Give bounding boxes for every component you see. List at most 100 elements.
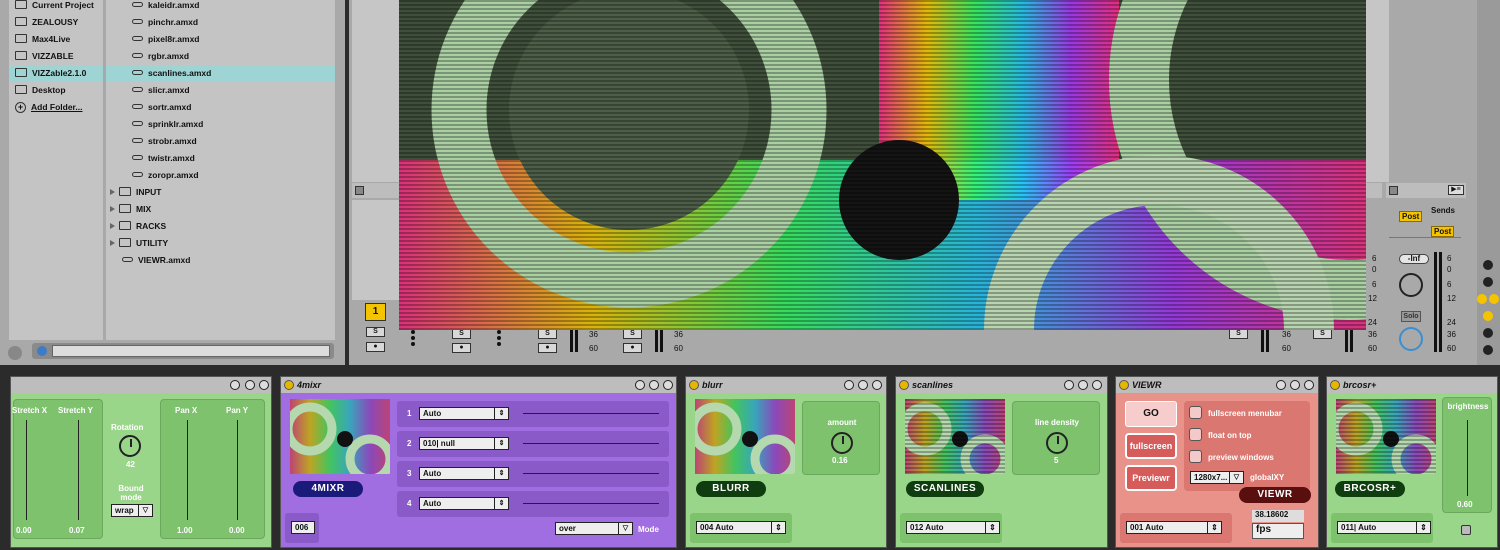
crossfade-icon[interactable] [1483, 311, 1493, 321]
power-icon[interactable] [899, 380, 909, 390]
opacity-slider[interactable] [523, 473, 659, 474]
rotation-knob[interactable] [119, 435, 141, 457]
more-icon[interactable] [411, 330, 416, 350]
stop-icon[interactable] [355, 186, 364, 195]
amount-knob[interactable] [831, 432, 853, 454]
solo-button[interactable]: S [623, 329, 642, 339]
power-icon[interactable] [284, 380, 294, 390]
arm-button[interactable]: ● [452, 343, 471, 353]
search-icon[interactable] [37, 346, 47, 356]
solo-button[interactable]: S [1229, 329, 1248, 339]
place-vizzable210[interactable]: VIZZable2.1.0 [9, 66, 103, 81]
file-item[interactable]: zoropr.amxd [132, 168, 199, 183]
toggle-checkbox[interactable] [1461, 525, 1471, 535]
preview-windows-checkbox[interactable] [1189, 450, 1202, 463]
file-item[interactable]: pixel8r.amxd [132, 32, 200, 47]
hot-swap-icon[interactable] [230, 380, 240, 390]
folder-item[interactable]: RACKS [110, 219, 166, 234]
file-item[interactable]: rgbr.amxd [132, 49, 189, 64]
send-icon[interactable] [1483, 277, 1493, 287]
source-select[interactable]: Auto ⇕ [419, 407, 509, 420]
edit-icon[interactable] [1078, 380, 1088, 390]
folder-item[interactable]: INPUT [110, 185, 162, 200]
hot-swap-icon[interactable] [1276, 380, 1286, 390]
source-select[interactable]: 010| null ⇕ [419, 437, 509, 450]
stretch-x-slider[interactable] [26, 420, 27, 520]
opacity-slider[interactable] [523, 443, 659, 444]
go-button[interactable]: GO [1125, 401, 1177, 427]
hot-swap-icon[interactable] [1064, 380, 1074, 390]
power-icon[interactable] [689, 380, 699, 390]
file-item[interactable]: pinchr.amxd [132, 15, 198, 30]
solo-button[interactable]: S [538, 329, 557, 339]
channel-select[interactable]: 012 Auto ⇕ [906, 521, 1000, 534]
cue-knob[interactable] [1399, 327, 1423, 351]
file-item[interactable]: strobr.amxd [132, 134, 197, 149]
float-on-top-checkbox[interactable] [1189, 428, 1202, 441]
place-vizzable[interactable]: VIZZABLE [15, 49, 74, 64]
file-item[interactable]: twistr.amxd [132, 151, 195, 166]
place-zealousy[interactable]: ZEALOUSY [15, 15, 78, 30]
channel-select[interactable]: 004 Auto ⇕ [696, 521, 786, 534]
post-button[interactable]: Post [1399, 211, 1423, 222]
save-icon[interactable] [259, 380, 269, 390]
file-item[interactable]: sortr.amxd [132, 100, 191, 115]
play-icon[interactable]: ▶≡ [1448, 185, 1464, 195]
folder-item[interactable]: UTILITY [110, 236, 168, 251]
power-icon[interactable] [1330, 380, 1340, 390]
output-icon[interactable] [1483, 345, 1493, 355]
save-icon[interactable] [663, 380, 673, 390]
source-select[interactable]: Auto ⇕ [419, 497, 509, 510]
folder-item[interactable]: MIX [110, 202, 151, 217]
video-preview-window[interactable] [399, 0, 1366, 330]
solo-button[interactable]: S [366, 327, 385, 337]
arm-button[interactable]: ● [623, 343, 642, 353]
fullscreen-menubar-checkbox[interactable] [1189, 406, 1202, 419]
line-density-knob[interactable] [1046, 432, 1068, 454]
hot-swap-icon[interactable] [844, 380, 854, 390]
brightness-slider[interactable] [1467, 420, 1468, 496]
hot-swap-icon[interactable] [635, 380, 645, 390]
solo-button[interactable]: S [452, 329, 471, 339]
save-icon[interactable] [1304, 380, 1314, 390]
place-current-project[interactable]: Current Project [15, 0, 94, 13]
power-icon[interactable] [1119, 380, 1129, 390]
file-item[interactable]: scanlines.amxd [106, 66, 335, 81]
arm-button[interactable]: ● [366, 342, 385, 352]
edit-icon[interactable] [858, 380, 868, 390]
solo-button[interactable]: S [1313, 329, 1332, 339]
pan-knob[interactable] [1399, 273, 1423, 297]
resolution-select[interactable]: 1280x7... ▽ [1190, 471, 1244, 484]
return-icon[interactable] [1477, 294, 1487, 304]
save-icon[interactable] [872, 380, 882, 390]
volume-readout[interactable]: -Inf [1399, 254, 1429, 264]
mode-select[interactable]: over ▽ [555, 522, 633, 535]
file-item[interactable]: VIEWR.amxd [122, 253, 190, 268]
file-item[interactable]: slicr.amxd [132, 83, 190, 98]
place-desktop[interactable]: Desktop [15, 83, 66, 98]
more-icon[interactable] [497, 330, 502, 350]
delay-icon[interactable] [1483, 328, 1493, 338]
previewr-button[interactable]: Previewr [1125, 465, 1177, 491]
mixer-icon[interactable] [1489, 294, 1499, 304]
post-button[interactable]: Post [1431, 226, 1455, 237]
bound-mode-select[interactable]: wrap ▽ [111, 504, 153, 517]
solo-button[interactable]: Solo [1401, 311, 1421, 322]
stop-icon[interactable] [1389, 186, 1398, 195]
io-icon[interactable] [1483, 260, 1493, 270]
stretch-y-slider[interactable] [78, 420, 79, 520]
search-input[interactable] [52, 345, 330, 357]
source-select[interactable]: Auto ⇕ [419, 467, 509, 480]
place-max4live[interactable]: Max4Live [15, 32, 70, 47]
opacity-slider[interactable] [523, 503, 659, 504]
channel-select[interactable]: 011| Auto ⇕ [1337, 521, 1431, 534]
swap-icon[interactable] [8, 346, 22, 360]
opacity-slider[interactable] [523, 413, 659, 414]
track-activator[interactable]: 1 [365, 303, 386, 321]
file-item[interactable]: kaleidr.amxd [132, 0, 200, 13]
channel-select[interactable]: 001 Auto ⇕ [1126, 521, 1222, 534]
pan-y-slider[interactable] [237, 420, 238, 520]
pan-x-slider[interactable] [187, 420, 188, 520]
edit-icon[interactable] [1290, 380, 1300, 390]
arm-button[interactable]: ● [538, 343, 557, 353]
